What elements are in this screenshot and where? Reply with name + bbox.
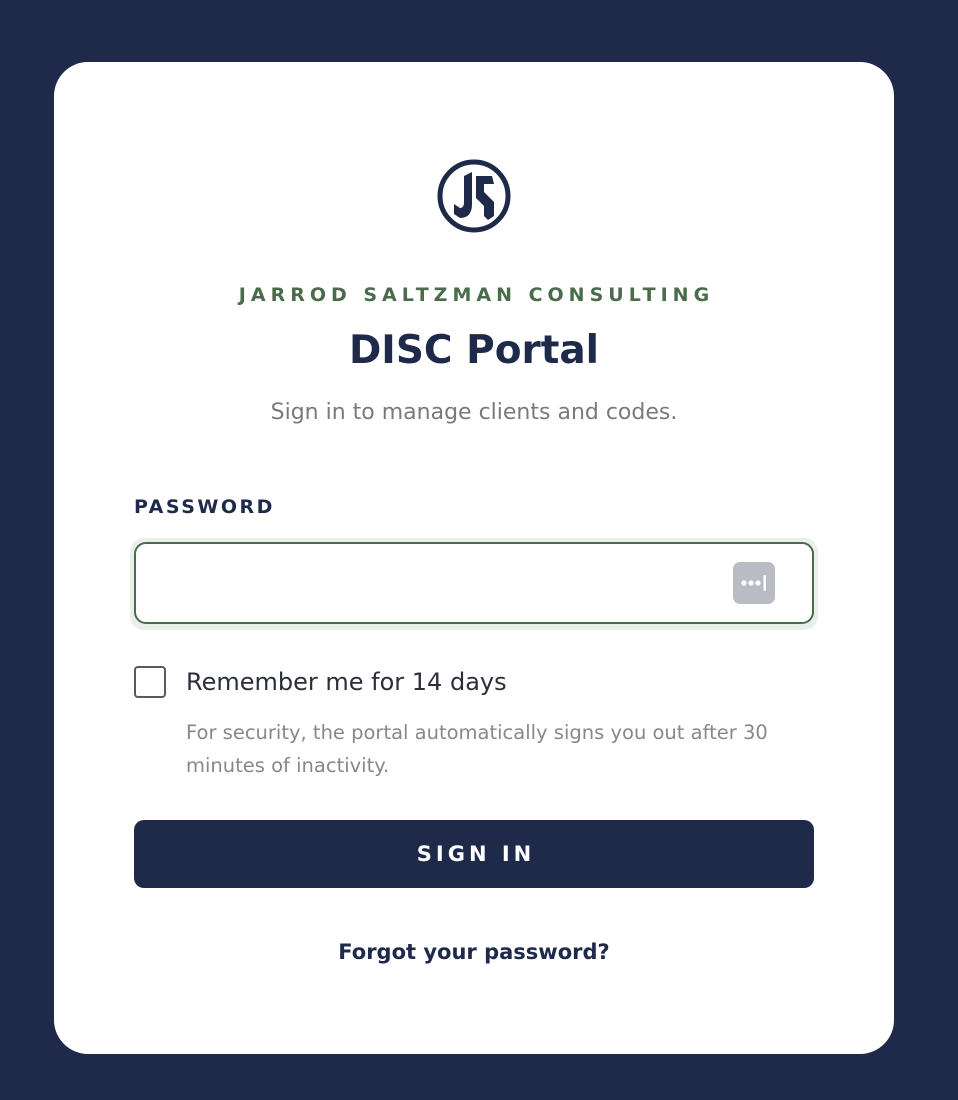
page-subtitle: Sign in to manage clients and codes.: [270, 400, 678, 425]
forgot-password-link[interactable]: Forgot your password?: [54, 940, 894, 964]
password-input[interactable]: [134, 542, 814, 624]
password-label: PASSWORD: [134, 496, 275, 518]
session-timeout-hint: For security, the portal automatically s…: [186, 721, 768, 777]
page-title: DISC Portal: [348, 328, 600, 373]
remember-me-label[interactable]: Remember me for 14 days: [186, 666, 507, 698]
brand-name: JARROD SALTZMAN CONSULTING: [238, 284, 715, 306]
login-card: JARROD SALTZMAN CONSULTING DISC Portal S…: [54, 62, 894, 1054]
remember-me-checkbox[interactable]: [134, 666, 166, 698]
sign-in-button[interactable]: SIGN IN: [134, 820, 814, 888]
password-manager-key-icon[interactable]: [733, 562, 775, 604]
js-monogram-logo-icon: [437, 159, 511, 233]
password-field-wrapper: [130, 538, 818, 630]
